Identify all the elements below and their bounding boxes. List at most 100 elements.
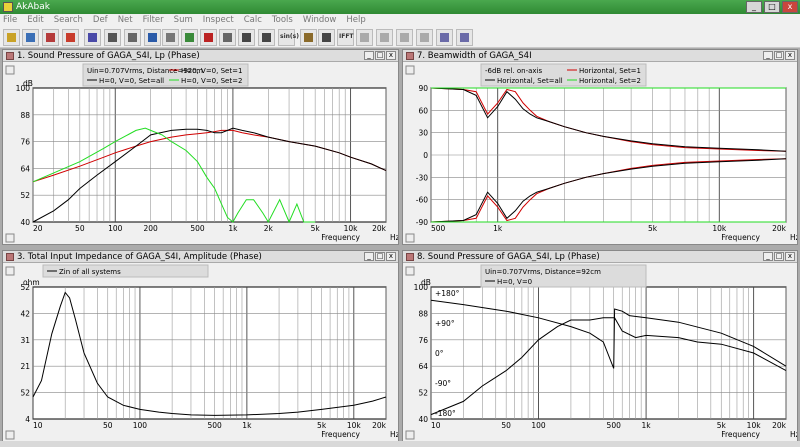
panel-title-text: 8. Sound Pressure of GAGA_S4I, Lp (Phase…: [417, 252, 600, 262]
panel-sound-pressure-1[interactable]: 1. Sound Pressure of GAGA_S4I, Lp (Phase…: [2, 49, 399, 245]
menu-tools[interactable]: Tools: [267, 14, 298, 27]
tool-12-icon: [304, 33, 313, 42]
x-tick-label: 100: [531, 421, 546, 430]
x-tick-label: 20k: [772, 224, 787, 233]
toolbar-button-tool-1[interactable]: [84, 29, 101, 46]
toolbar-button-tool-8[interactable]: [219, 29, 236, 46]
panel-maximize-button[interactable]: □: [375, 51, 385, 60]
toolbar-button-tool-2[interactable]: [104, 29, 121, 46]
x-tick-label: 10k: [747, 421, 762, 430]
toolbar-button-tool-4[interactable]: [144, 29, 161, 46]
panel-title: 1. Sound Pressure of GAGA_S4I, Lp (Phase…: [3, 50, 398, 62]
toolbar-button-tool-16[interactable]: [376, 29, 393, 46]
toolbar-button-tool-6[interactable]: [181, 29, 198, 46]
toolbar-button-tool-9[interactable]: [238, 29, 255, 46]
x-tick-label: 50: [103, 421, 113, 430]
plot-area[interactable]: [430, 286, 787, 420]
x-tick-label: 5k: [311, 224, 321, 233]
corner-toggle-left[interactable]: [405, 233, 415, 243]
panel-maximize-button[interactable]: □: [774, 252, 784, 261]
toolbar-button-tool-12[interactable]: [300, 29, 317, 46]
toolbar-button-tool-3[interactable]: [124, 29, 141, 46]
toolbar-button-filter[interactable]: [62, 29, 79, 46]
x-axis-unit: Hz: [790, 430, 798, 439]
maximize-button[interactable]: □: [764, 1, 780, 13]
menu-file[interactable]: File: [0, 14, 22, 27]
panel-maximize-button[interactable]: □: [375, 252, 385, 261]
corner-toggle-top[interactable]: [5, 266, 15, 276]
toolbar-button-tool-10[interactable]: [258, 29, 275, 46]
menu-edit[interactable]: Edit: [22, 14, 48, 27]
panel-close-button[interactable]: x: [785, 252, 795, 261]
toolbar-button-tool-17[interactable]: [396, 29, 413, 46]
x-tick-label: 1k: [228, 224, 238, 233]
menu-def[interactable]: Def: [88, 14, 113, 27]
panel-minimize-button[interactable]: _: [364, 51, 374, 60]
corner-toggle-left[interactable]: [405, 430, 415, 440]
corner-toggle-top[interactable]: [5, 65, 15, 75]
toolbar-button-ifft[interactable]: IFFT: [337, 29, 354, 46]
plot-area[interactable]: [32, 87, 387, 223]
x-tick-label: 20k: [372, 224, 387, 233]
panel-beamwidth[interactable]: 7. Beamwidth of GAGA_S4I _ □ x 90 60 30 0 -3…: [402, 49, 798, 245]
close-button[interactable]: x: [782, 1, 798, 13]
beamwidth-chart[interactable]: 90 60 30 0 -30 -60 -90500 1k 5k 10k 20k Frequency Hz…: [403, 62, 798, 245]
toolbar-button-tool-15[interactable]: [356, 29, 373, 46]
toolbar-button-sin-s-[interactable]: sin(s): [278, 29, 299, 46]
panel-maximize-button[interactable]: □: [774, 51, 784, 60]
toolbar-button-open[interactable]: [3, 29, 20, 46]
menu-search[interactable]: Search: [49, 14, 88, 27]
x-tick-label: 200: [144, 224, 159, 233]
corner-toggle-left[interactable]: [5, 233, 15, 243]
legend-label: Uin=0.707Vrms, Distance=92cm: [485, 268, 601, 276]
y-tick-label: 88: [20, 111, 30, 120]
y-tick-label: 76: [418, 336, 428, 345]
y-tick-label: 4: [25, 415, 30, 424]
panel-minimize-button[interactable]: _: [763, 252, 773, 261]
menu-inspect[interactable]: Inspect: [198, 14, 239, 27]
menu-help[interactable]: Help: [341, 14, 370, 27]
toolbar-button-tool-19[interactable]: [436, 29, 453, 46]
panel-close-button[interactable]: x: [785, 51, 795, 60]
toolbar-button-tool-18[interactable]: [416, 29, 433, 46]
menu-calc[interactable]: Calc: [239, 14, 267, 27]
minimize-button[interactable]: _: [746, 1, 762, 13]
title-bar: AkAbak _ □ x: [0, 0, 800, 14]
menu-filter[interactable]: Filter: [138, 14, 169, 27]
panel-sound-pressure-8[interactable]: 8. Sound Pressure of GAGA_S4I, Lp (Phase…: [402, 250, 798, 442]
toolbar-button-tool-20[interactable]: [456, 29, 473, 46]
corner-toggle-top[interactable]: [405, 266, 415, 276]
x-tick-label: 10: [33, 421, 43, 430]
y-tick-label: 31: [20, 336, 30, 345]
menu-net[interactable]: Net: [113, 14, 138, 27]
menu-sum[interactable]: Sum: [169, 14, 198, 27]
menu-window[interactable]: Window: [298, 14, 342, 27]
tool-19-icon: [440, 33, 449, 42]
x-tick-label: 10k: [344, 224, 359, 233]
cut-icon: [46, 33, 55, 42]
toolbar-button-tool-7[interactable]: [200, 29, 217, 46]
toolbar-button-save[interactable]: [22, 29, 39, 46]
x-tick-label: 500: [431, 224, 446, 233]
sound-pressure-phase-chart[interactable]: 1008876645240+180°+90°0°-90°-180°10 50 100…: [403, 263, 798, 442]
tool-7-icon: [204, 33, 213, 42]
y-tick-label: -60: [416, 196, 428, 205]
filter-icon: [66, 33, 75, 42]
corner-toggle-left[interactable]: [5, 430, 15, 440]
panel-minimize-button[interactable]: _: [364, 252, 374, 261]
toolbar-button-cut[interactable]: [42, 29, 59, 46]
panel-close-button[interactable]: x: [386, 252, 396, 261]
corner-toggle-top[interactable]: [405, 65, 415, 75]
panel-close-button[interactable]: x: [386, 51, 396, 60]
panel-minimize-button[interactable]: _: [763, 51, 773, 60]
sound-pressure-chart[interactable]: 100887664524020 50 100 200 500 1k 2k 5k 10k 20kdB…: [3, 62, 399, 245]
status-bar: [0, 441, 800, 447]
legend-label: H=0, V=0: [497, 278, 532, 286]
tool-17-icon: [400, 33, 409, 42]
x-tick-label: 50: [75, 224, 85, 233]
impedance-chart[interactable]: 5242312152410 50 100 500 1k 5k 10k 20kohmFreque…: [3, 263, 399, 442]
panel-impedance[interactable]: 3. Total Input Impedance of GAGA_S4I, Am…: [2, 250, 399, 442]
toolbar-button-tool-5[interactable]: [162, 29, 179, 46]
plot-area[interactable]: [32, 286, 387, 420]
toolbar-button-tool-13[interactable]: [318, 29, 335, 46]
